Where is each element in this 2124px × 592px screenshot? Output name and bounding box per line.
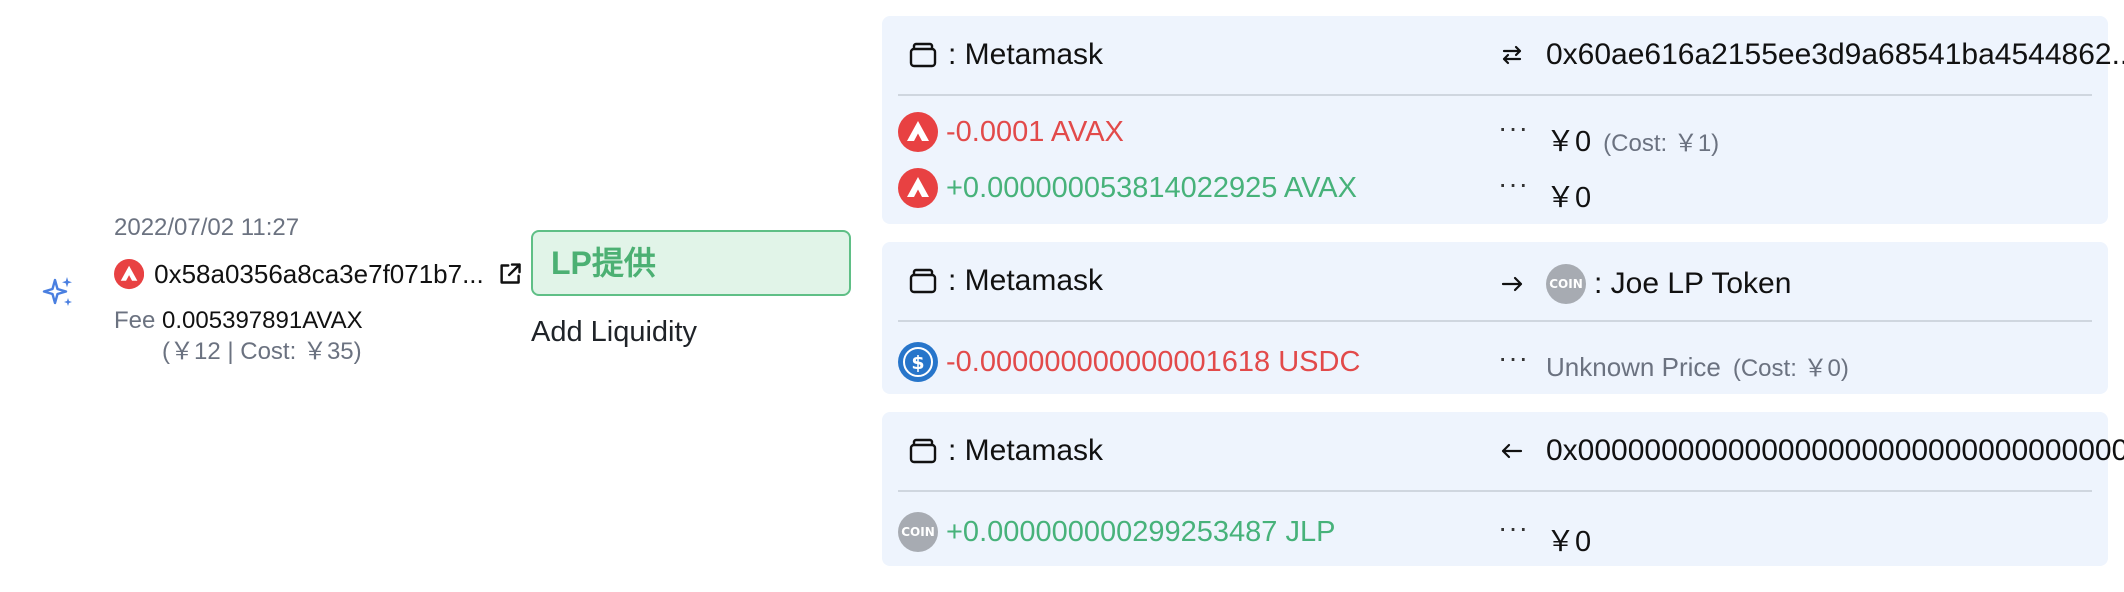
transfer-row: -0.0001 AVAX ··· ￥0 (Cost: ￥1) <box>898 104 2092 160</box>
avax-icon <box>898 168 938 208</box>
arrow-right-icon <box>1501 276 1523 292</box>
transfer-row: +0.000000053814022925 AVAX ··· ￥0 <box>898 160 2092 216</box>
amount-text: +0.000000000299253487 JLP <box>946 515 1336 548</box>
transfer-row: COIN +0.000000000299253487 JLP ··· ￥0 <box>898 504 2092 560</box>
transaction-hash-row: 0x58a0356a8ca3e7f071b7... <box>114 254 524 294</box>
value-text: ￥0 <box>1546 526 1592 558</box>
transaction-hash[interactable]: 0x58a0356a8ca3e7f071b7... <box>154 259 484 290</box>
counterparty: 0x60ae616a2155ee3d9a68541ba4544862... <box>1498 38 2124 72</box>
transaction-info: 2022/07/02 11:27 0x58a0356a8ca3e7f071b7.… <box>114 212 524 368</box>
category-description: Add Liquidity <box>531 316 698 348</box>
fee-value: 0.005397891 <box>162 307 303 334</box>
coin-icon: COIN <box>898 512 938 552</box>
value-text: ￥0 <box>1546 182 1592 214</box>
transfer-amount: $ -0.000000000000001618 USDC <box>898 342 1360 382</box>
counterparty: COIN : Joe LP Token <box>1498 264 1791 304</box>
fiat-value: Unknown Price (Cost: ￥0) <box>1546 348 1849 384</box>
wallet-name: : Metamask <box>948 38 1104 71</box>
external-link-icon[interactable] <box>496 259 524 289</box>
transfer-row: $ -0.000000000000001618 USDC ··· Unknown… <box>898 334 2092 390</box>
cost-text: (Cost: ￥1) <box>1603 130 1720 157</box>
wallet-icon <box>909 42 937 68</box>
card-header: : Metamask 0x000000000000000000000000000… <box>898 412 2124 492</box>
cost-text: (Cost: ￥0) <box>1732 355 1849 382</box>
arrow-left-icon <box>1501 443 1523 459</box>
coin-icon: COIN <box>1546 264 1586 304</box>
transfer-card: : Metamask 0x60ae616a2155ee3d9a68541ba45… <box>882 16 2124 224</box>
fee-line: Fee 0.005397891AVAX <box>114 306 524 336</box>
wallet-label: : Metamask <box>908 38 1103 72</box>
row-menu-button[interactable]: ··· <box>1498 342 1529 374</box>
counterparty: 0x0000000000000000000000000000000000... <box>1498 434 2124 468</box>
counterparty-address[interactable]: 0x0000000000000000000000000000000000... <box>1546 434 2124 468</box>
fee-subtext: (￥12 | Cost: ￥35) <box>162 338 362 365</box>
fee-label: Fee <box>114 307 156 334</box>
wallet-label: : Metamask <box>908 434 1103 468</box>
transfer-amount: COIN +0.000000000299253487 JLP <box>898 512 1335 552</box>
transfer-card: : Metamask COIN : Joe LP Token $ -0.0000… <box>882 242 2108 394</box>
transaction-date: 2022/07/02 11:27 <box>114 214 300 241</box>
svg-text:$: $ <box>911 352 924 374</box>
wallet-name: : Metamask <box>948 434 1104 467</box>
counterparty-address[interactable]: 0x60ae616a2155ee3d9a68541ba4544862... <box>1546 38 2124 72</box>
counterparty-name[interactable]: : Joe LP Token <box>1594 267 1791 301</box>
usdc-icon: $ <box>898 342 938 382</box>
wallet-name: : Metamask <box>948 264 1104 297</box>
amount-text: +0.000000053814022925 AVAX <box>946 171 1357 204</box>
avax-icon <box>898 112 938 152</box>
card-header: : Metamask 0x60ae616a2155ee3d9a68541ba45… <box>898 16 2124 96</box>
row-menu-button[interactable]: ··· <box>1498 112 1529 144</box>
transfer-amount: +0.000000053814022925 AVAX <box>898 168 1357 208</box>
category-tag[interactable]: LP提供 <box>531 230 851 296</box>
fiat-value: ￥0 <box>1546 174 1591 216</box>
amount-text: -0.0001 AVAX <box>946 115 1124 148</box>
transfer-amount: -0.0001 AVAX <box>898 112 1124 152</box>
avax-icon <box>114 258 145 290</box>
fiat-value: ￥0 (Cost: ￥1) <box>1546 118 1719 160</box>
wallet-label: : Metamask <box>908 264 1103 298</box>
transfer-card: : Metamask 0x000000000000000000000000000… <box>882 412 2124 566</box>
sparkle-icon <box>42 277 72 306</box>
amount-text: -0.000000000000001618 USDC <box>946 345 1361 378</box>
swap-arrows-icon <box>1502 45 1522 65</box>
card-header: : Metamask COIN : Joe LP Token <box>898 242 2092 322</box>
value-text: Unknown Price <box>1546 352 1721 382</box>
row-menu-button[interactable]: ··· <box>1498 168 1529 200</box>
wallet-icon <box>909 268 937 294</box>
value-text: ￥0 <box>1546 126 1592 158</box>
row-menu-button[interactable]: ··· <box>1498 512 1529 544</box>
fiat-value: ￥0 <box>1546 518 1591 560</box>
fee-unit: AVAX <box>302 307 363 334</box>
wallet-icon <box>909 438 937 464</box>
